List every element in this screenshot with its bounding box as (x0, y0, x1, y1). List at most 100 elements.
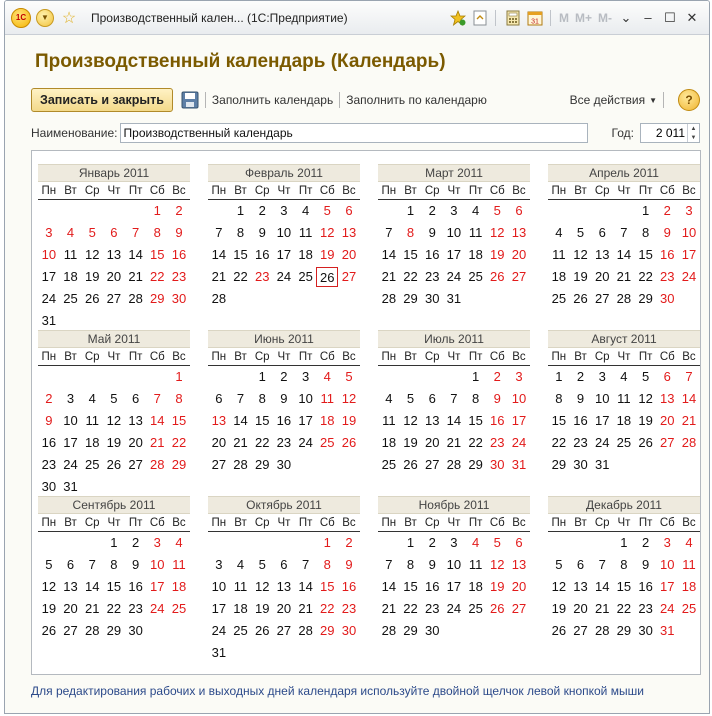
day-cell[interactable]: 25 (378, 455, 400, 475)
day-cell[interactable]: 29 (251, 455, 273, 475)
day-cell[interactable]: 30 (38, 477, 60, 497)
day-cell[interactable]: 11 (168, 555, 190, 575)
link-icon[interactable] (470, 8, 490, 28)
day-cell[interactable]: 8 (400, 555, 422, 575)
day-cell[interactable]: 9 (486, 389, 508, 409)
day-cell[interactable]: 17 (443, 577, 465, 597)
day-cell[interactable]: 10 (146, 555, 168, 575)
day-cell[interactable]: 26 (570, 289, 592, 309)
day-cell[interactable]: 31 (208, 643, 230, 663)
memory-minus-button[interactable]: M- (598, 11, 612, 25)
day-cell[interactable]: 22 (613, 599, 635, 619)
day-cell[interactable]: 17 (208, 599, 230, 619)
day-cell[interactable]: 22 (400, 599, 422, 619)
day-cell[interactable]: 31 (656, 621, 678, 641)
day-cell[interactable]: 11 (230, 577, 252, 597)
day-cell[interactable]: 13 (591, 245, 613, 265)
day-cell[interactable]: 15 (103, 577, 125, 597)
day-cell[interactable]: 17 (678, 245, 700, 265)
day-cell[interactable]: 7 (443, 389, 465, 409)
spin-up-icon[interactable]: ▲ (688, 124, 699, 133)
day-cell[interactable]: 5 (316, 201, 338, 221)
day-cell[interactable]: 23 (486, 433, 508, 453)
day-cell[interactable]: 31 (443, 289, 465, 309)
day-cell[interactable]: 15 (230, 245, 252, 265)
day-cell[interactable]: 29 (168, 455, 190, 475)
day-cell[interactable]: 13 (508, 555, 530, 575)
day-cell[interactable]: 20 (60, 599, 82, 619)
day-cell[interactable]: 22 (146, 267, 168, 287)
day-cell[interactable]: 21 (208, 267, 230, 287)
day-cell[interactable]: 16 (125, 577, 147, 597)
day-cell[interactable]: 6 (591, 223, 613, 243)
day-cell[interactable]: 16 (38, 433, 60, 453)
main-menu-button[interactable]: ▼ (35, 8, 55, 28)
day-cell[interactable]: 15 (400, 245, 422, 265)
day-cell[interactable]: 3 (656, 533, 678, 553)
day-cell[interactable]: 15 (548, 411, 570, 431)
day-cell[interactable]: 21 (378, 267, 400, 287)
day-cell[interactable]: 17 (295, 411, 317, 431)
day-cell[interactable]: 18 (168, 577, 190, 597)
minimize-button[interactable]: – (637, 10, 659, 25)
day-cell[interactable]: 11 (81, 411, 103, 431)
day-cell[interactable]: 5 (570, 223, 592, 243)
day-cell[interactable]: 18 (295, 245, 317, 265)
day-cell[interactable]: 22 (400, 267, 422, 287)
day-cell[interactable]: 14 (613, 245, 635, 265)
memory-m-button[interactable]: M (559, 11, 569, 25)
day-cell[interactable]: 25 (295, 267, 317, 287)
day-cell[interactable]: 15 (465, 411, 487, 431)
day-cell[interactable]: 12 (486, 223, 508, 243)
day-cell[interactable]: 7 (125, 223, 147, 243)
day-cell[interactable]: 21 (443, 433, 465, 453)
day-cell[interactable]: 26 (251, 621, 273, 641)
day-cell[interactable]: 30 (421, 621, 443, 641)
day-cell[interactable]: 23 (421, 599, 443, 619)
day-cell[interactable]: 12 (316, 223, 338, 243)
day-cell[interactable]: 31 (60, 477, 82, 497)
day-cell[interactable]: 5 (486, 201, 508, 221)
day-cell[interactable]: 24 (443, 599, 465, 619)
day-cell[interactable]: 12 (400, 411, 422, 431)
day-cell[interactable]: 12 (548, 577, 570, 597)
day-cell[interactable]: 1 (613, 533, 635, 553)
day-cell[interactable]: 29 (400, 621, 422, 641)
day-cell[interactable]: 11 (465, 223, 487, 243)
day-cell[interactable]: 4 (465, 201, 487, 221)
day-cell[interactable]: 14 (443, 411, 465, 431)
day-cell[interactable]: 18 (678, 577, 700, 597)
day-cell[interactable]: 20 (338, 245, 360, 265)
day-cell[interactable]: 30 (486, 455, 508, 475)
day-cell[interactable]: 27 (125, 455, 147, 475)
day-cell[interactable]: 19 (81, 267, 103, 287)
day-cell[interactable]: 6 (508, 533, 530, 553)
day-cell[interactable]: 19 (486, 577, 508, 597)
day-cell[interactable]: 19 (251, 599, 273, 619)
day-cell[interactable]: 17 (508, 411, 530, 431)
day-cell[interactable]: 15 (316, 577, 338, 597)
day-cell[interactable]: 31 (508, 455, 530, 475)
day-cell[interactable]: 30 (273, 455, 295, 475)
favorites-star-icon[interactable]: ☆ (59, 8, 79, 28)
day-cell[interactable]: 10 (508, 389, 530, 409)
day-cell[interactable]: 20 (125, 433, 147, 453)
day-cell[interactable]: 4 (465, 533, 487, 553)
day-cell[interactable]: 13 (103, 245, 125, 265)
day-cell[interactable]: 28 (230, 455, 252, 475)
day-cell[interactable]: 8 (103, 555, 125, 575)
day-cell[interactable]: 5 (251, 555, 273, 575)
day-cell[interactable]: 7 (295, 555, 317, 575)
day-cell[interactable]: 25 (60, 289, 82, 309)
day-cell[interactable]: 29 (465, 455, 487, 475)
close-button[interactable]: ✕ (681, 10, 703, 26)
day-cell[interactable]: 11 (613, 389, 635, 409)
day-cell[interactable]: 27 (508, 267, 530, 287)
day-cell[interactable]: 7 (81, 555, 103, 575)
day-cell[interactable]: 18 (60, 267, 82, 287)
day-cell[interactable]: 8 (465, 389, 487, 409)
day-cell[interactable]: 17 (38, 267, 60, 287)
day-cell[interactable]: 17 (443, 245, 465, 265)
spin-down-icon[interactable]: ▼ (688, 133, 699, 142)
day-cell[interactable]: 5 (400, 389, 422, 409)
